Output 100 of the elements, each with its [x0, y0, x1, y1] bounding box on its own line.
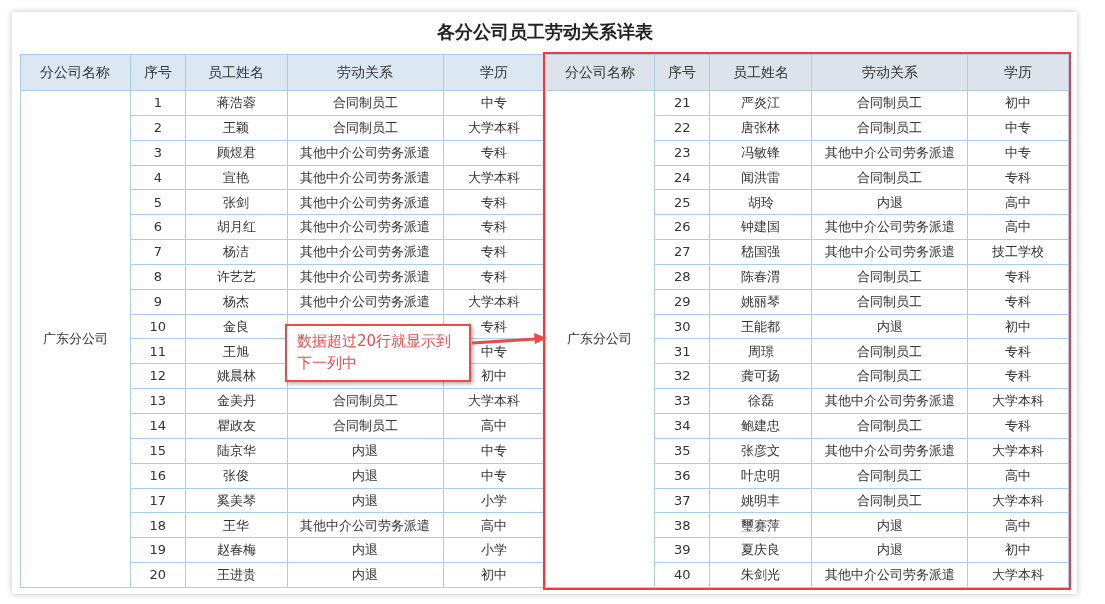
table-cell: 合同制员工: [287, 90, 444, 116]
table-cell: 其他中介公司劳务派遣: [287, 165, 444, 190]
table-cell: 2: [130, 115, 186, 141]
table-cell: 23: [654, 140, 710, 166]
table-cell: 8: [130, 264, 186, 290]
table-cell: 顾煜君: [185, 140, 288, 166]
table-cell: 陆京华: [185, 438, 288, 464]
table-cell: 1: [130, 90, 186, 116]
report-title: 各分公司员工劳动关系详表: [436, 20, 653, 44]
table-cell: 瞿政友: [185, 413, 288, 439]
table-cell: 21: [654, 90, 710, 116]
table-cell: 合同制员工: [811, 115, 968, 141]
table-cell: 内退: [811, 189, 968, 215]
table-cell: 37: [654, 488, 710, 513]
table-cell: 钟建国: [709, 214, 812, 240]
table-cell: 36: [654, 463, 710, 488]
table-cell: 高中: [967, 463, 1069, 488]
table-cell: 专科: [967, 413, 1069, 439]
table-cell: 16: [130, 463, 186, 488]
table-cell: 高中: [967, 512, 1069, 538]
table-cell: 金美丹: [185, 388, 288, 414]
table-cell: 内退: [811, 537, 968, 563]
arrow-icon: [470, 332, 548, 346]
table-cell: 璽赛萍: [709, 512, 812, 538]
table-cell: 其他中介公司劳务派遣: [811, 438, 968, 464]
column-header: 员工姓名: [709, 54, 812, 91]
table-cell: 32: [654, 363, 710, 389]
table-cell: 姚丽琴: [709, 289, 812, 315]
table-cell: 中专: [967, 115, 1069, 141]
table-cell: 专科: [967, 289, 1069, 315]
table-cell: 其他中介公司劳务派遣: [811, 214, 968, 240]
table-cell: 10: [130, 314, 186, 339]
table-cell: 胡月红: [185, 214, 288, 240]
table-cell: 38: [654, 512, 710, 538]
table-cell: 26: [654, 214, 710, 240]
table-cell: 20: [130, 562, 186, 588]
table-cell: 33: [654, 388, 710, 414]
table-cell: 嵇国强: [709, 239, 812, 265]
table-cell: 朱剑光: [709, 562, 812, 588]
table-cell: 严炎江: [709, 90, 812, 116]
table-cell: 其他中介公司劳务派遣: [811, 239, 968, 265]
table-cell: 杨杰: [185, 289, 288, 315]
table-cell: 张俊: [185, 463, 288, 488]
column-header: 学历: [967, 54, 1069, 91]
table-cell: 内退: [287, 463, 444, 488]
table-cell: 内退: [811, 512, 968, 538]
table-cell: 31: [654, 338, 710, 364]
table-cell: 7: [130, 239, 186, 265]
table-cell: 22: [654, 115, 710, 141]
table-cell: 27: [654, 239, 710, 265]
table-cell: 其他中介公司劳务派遣: [287, 140, 444, 166]
callout-box: 数据超过20行就显示到下一列中: [285, 324, 471, 382]
table-cell: 39: [654, 537, 710, 563]
table-cell: 专科: [967, 338, 1069, 364]
table-cell: 11: [130, 338, 186, 364]
table-cell: 其他中介公司劳务派遣: [287, 239, 444, 265]
table-cell: 赵春梅: [185, 537, 288, 563]
table-cell: 17: [130, 488, 186, 513]
table-cell: 35: [654, 438, 710, 464]
table-cell: 28: [654, 264, 710, 290]
table-cell: 技工学校: [967, 239, 1069, 265]
column-header: 序号: [654, 54, 710, 91]
table-cell: 13: [130, 388, 186, 414]
table-cell: 宣艳: [185, 165, 288, 190]
table-cell: 周璟: [709, 338, 812, 364]
table-cell: 合同制员工: [811, 338, 968, 364]
table-cell: 鲍建忠: [709, 413, 812, 439]
table-cell: 12: [130, 363, 186, 389]
table-cell: 14: [130, 413, 186, 439]
table-cell: 合同制员工: [287, 413, 444, 439]
table-cell: 广东分公司: [545, 90, 655, 588]
column-header: 分公司名称: [545, 54, 655, 91]
table-cell: 夏庆良: [709, 537, 812, 563]
table-cell: 王进贵: [185, 562, 288, 588]
table-cell: 24: [654, 165, 710, 190]
column-header: 劳动关系: [811, 54, 968, 91]
table-cell: 其他中介公司劳务派遣: [287, 512, 444, 538]
table-cell: 专科: [967, 363, 1069, 389]
table-cell: 胡玲: [709, 189, 812, 215]
table-cell: 奚美琴: [185, 488, 288, 513]
table-cell: 合同制员工: [811, 488, 968, 513]
table-cell: 大学本科: [967, 562, 1069, 588]
table-cell: 29: [654, 289, 710, 315]
table-cell: 3: [130, 140, 186, 166]
table-cell: 内退: [287, 562, 444, 588]
column-header: 员工姓名: [185, 54, 288, 91]
table-cell: 合同制员工: [811, 413, 968, 439]
table-cell: 5: [130, 189, 186, 215]
table-cell: 其他中介公司劳务派遣: [811, 562, 968, 588]
table-cell: 合同制员工: [811, 463, 968, 488]
table-cell: 合同制员工: [811, 264, 968, 290]
table-cell: 其他中介公司劳务派遣: [287, 214, 444, 240]
table-cell: 其他中介公司劳务派遣: [811, 388, 968, 414]
table-cell: 大学本科: [967, 488, 1069, 513]
table-cell: 合同制员工: [811, 90, 968, 116]
table-cell: 徐磊: [709, 388, 812, 414]
table-cell: 王颖: [185, 115, 288, 141]
table-cell: 9: [130, 289, 186, 315]
table-cell: 龚可扬: [709, 363, 812, 389]
table-cell: 15: [130, 438, 186, 464]
